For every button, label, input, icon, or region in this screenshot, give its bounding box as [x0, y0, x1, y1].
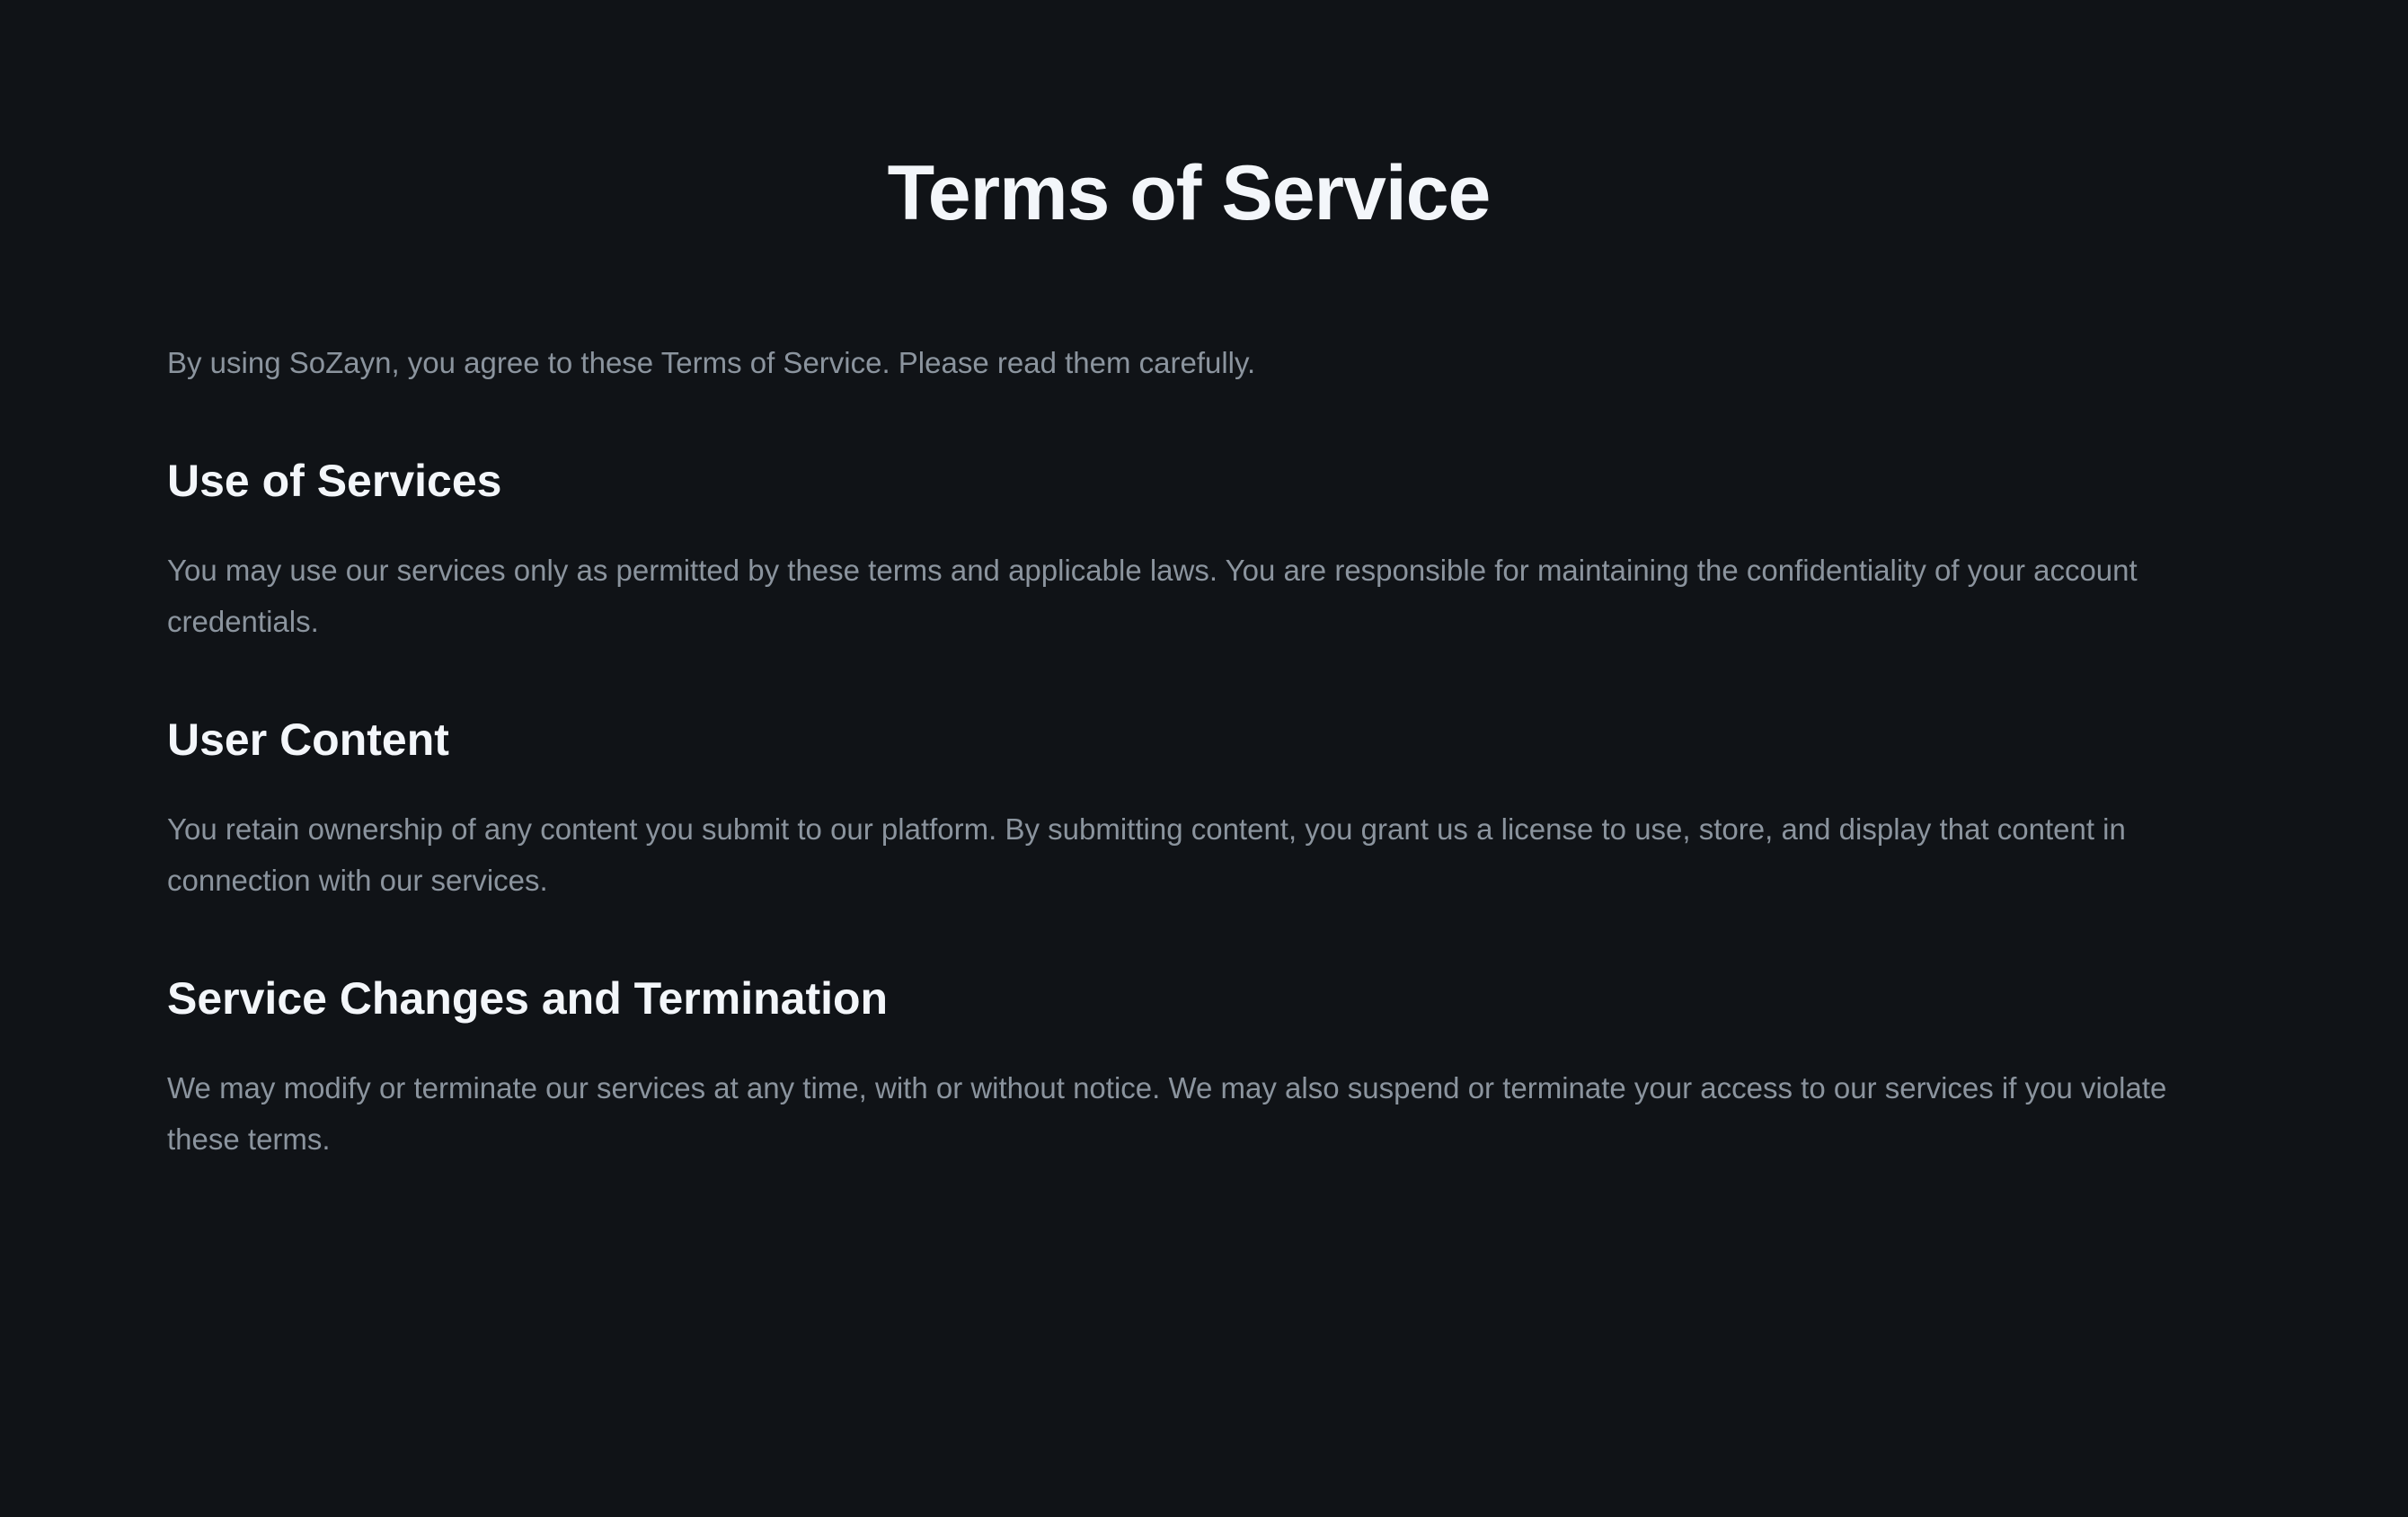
terms-page: Terms of Service By using SoZayn, you ag… [0, 0, 2408, 1517]
section-body: You may use our services only as permitt… [167, 554, 2138, 638]
page-title: Terms of Service [887, 150, 1492, 236]
section-body: We may modify or terminate our services … [167, 1071, 2167, 1156]
section-heading: Use of Services [167, 456, 502, 506]
section-body: You retain ownership of any content you … [167, 812, 2126, 897]
section-heading: Service Changes and Termination [167, 973, 889, 1024]
section-heading: User Content [167, 714, 449, 765]
terms-content: By using SoZayn, you agree to these Term… [167, 342, 2216, 1156]
intro-text: By using SoZayn, you agree to these Term… [167, 346, 1256, 379]
